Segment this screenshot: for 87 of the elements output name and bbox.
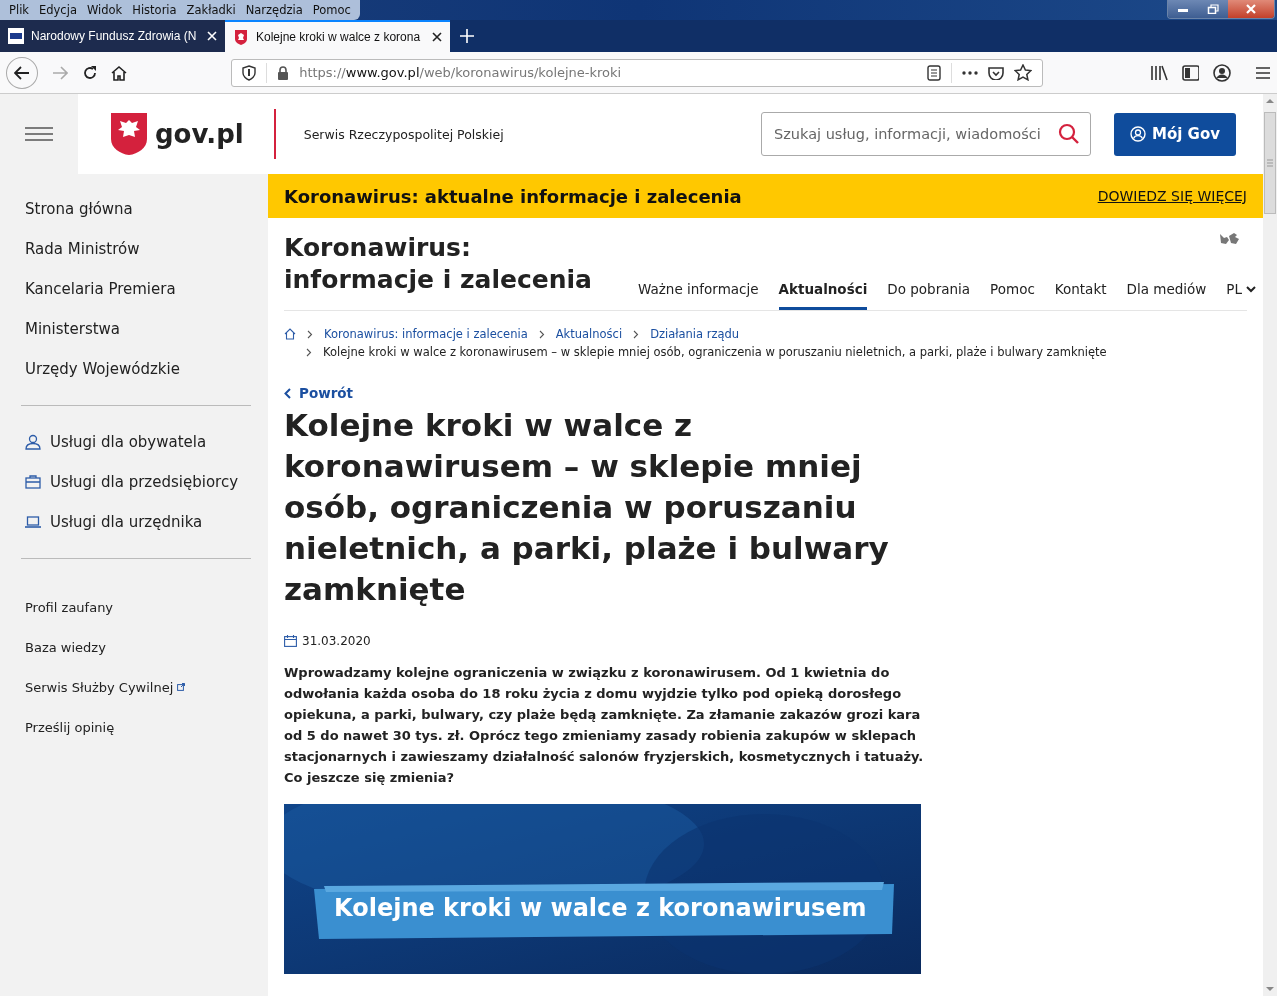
article-lead: Wprowadzamy kolejne ograniczenia w związku z koronawirusem. Od 1 kwietnia do odwołania każda osoba do 18 roku życia z domu wyjdzie tylko pod opieką dorosłego opiekuna, a parki, bulwary, czy plaże będą zamknięte. Za złamanie zakazów grozi kara od 5 do nawet 30 tys. zł. Oprócz tego zmieniamy zasady robienia zakupów w sklepach stacjonarnych i zawieszamy działalność salonów fryzjerskich, kosmetycznych i tatuaży. Co jeszcze się zmienia? [284,663,924,787]
browser-tab[interactable]: Narodowy Fundusz Zdrowia (N [0,20,225,52]
section-tab[interactable]: Ważne informacje [638,281,759,310]
account-icon[interactable] [1213,63,1232,82]
close-button[interactable] [1228,0,1274,18]
sidebar-link[interactable]: Kancelaria Premiera [21,269,252,309]
service-link[interactable]: Usługi dla urzędnika [21,502,252,542]
menu-item[interactable]: Plik [4,0,34,20]
language-selector[interactable]: PL [1226,281,1256,310]
breadcrumb-current: Kolejne kroki w walce z koronawirusem – w sklepie mniej osób, ograniczenia w poruszaniu nieletnich, a parki, plaże i bulwary zamknięte [323,345,1107,359]
breadcrumb-link[interactable]: Aktualności [555,327,623,341]
sidebar-link[interactable]: Profil zaufany [21,587,252,627]
chevron-left-icon [284,387,291,399]
section-tab[interactable]: Pomoc [990,281,1035,310]
service-link[interactable]: Usługi dla przedsiębiorcy [21,462,252,502]
library-icon[interactable] [1149,64,1168,81]
new-tab-icon[interactable] [460,29,474,43]
eagle-emblem-icon [233,29,249,45]
scroll-up-icon[interactable] [1266,98,1274,104]
eagle-emblem-icon [110,112,148,156]
restore-icon[interactable] [1207,4,1219,14]
search-field[interactable]: Szukaj usług, informacji, wiadomości [761,112,1091,156]
menu-button[interactable] [0,94,78,174]
pocket-icon[interactable] [987,65,1004,80]
sidebar-link[interactable]: Rada Ministrów [21,229,252,269]
sidebar-link[interactable]: Urzędy Wojewódzkie [21,349,252,389]
sidebar-icon[interactable] [1181,64,1200,81]
chevron-right-icon [633,329,640,339]
publication-date: 31.03.2020 [302,633,371,648]
reader-view-icon[interactable] [926,64,941,81]
close-tab-icon[interactable] [432,32,442,42]
scroll-down-icon[interactable] [1266,986,1274,992]
article-title: Kolejne kroki w walce z koronawirusem – w sklepie mniej osób, ograniczenia w poruszaniu nieletnich, a parki, plaże i bulwary zamknięte [284,405,890,609]
external-link-icon [177,683,186,691]
image-caption: Kolejne kroki w walce z koronawirusem [334,893,867,922]
bookmark-star-icon[interactable] [1013,64,1032,81]
site-logo[interactable]: gov.pl [155,119,244,149]
menu-item[interactable]: Widok [81,0,128,20]
chevron-right-icon [538,329,545,339]
service-link[interactable]: Usługi dla obywatela [21,422,252,462]
back-link[interactable]: Powrót [284,385,354,401]
search-icon[interactable] [1058,123,1080,145]
user-icon [1130,126,1146,142]
favicon-icon [8,28,24,44]
section-tab[interactable]: Kontakt [1054,281,1107,310]
site-tagline: Serwis Rzeczypospolitej Polskiej [303,126,504,142]
url-text: https://www.gov.pl/web/koronawirus/kolejne-kroki [299,65,623,80]
sidebar-link[interactable]: Baza wiedzy [21,627,252,667]
calendar-icon [284,634,297,647]
section-tab[interactable]: Aktualności [778,281,868,310]
menu-item[interactable]: Zakładki [181,0,241,20]
section-tab[interactable]: Dla mediów [1126,281,1207,310]
banner-text: Koronawirus: aktualne informacje i zalecenia [284,185,742,207]
lock-icon [277,65,290,80]
scroll-thumb[interactable] [1264,112,1276,214]
back-arrow-icon[interactable] [13,65,30,80]
banner-link[interactable]: DOWIEDZ SIĘ WIĘCEJ [1097,188,1247,204]
section-tab[interactable]: Do pobrania [887,281,971,310]
sidebar-link[interactable]: Serwis Służby Cywilnej [21,667,252,707]
laptop-icon [25,516,41,528]
scrollbar[interactable] [1263,94,1277,996]
breadcrumb-link[interactable]: Koronawirus: informacje i zalecenia [324,327,528,341]
sidebar-link[interactable]: Strona główna [21,189,252,229]
minimize-button[interactable] [1168,0,1198,18]
shield-icon [242,64,257,81]
person-icon [25,434,41,450]
close-icon[interactable] [1245,4,1257,14]
menu-item[interactable]: Pomoc [307,0,356,20]
menu-icon[interactable] [25,127,53,141]
home-icon[interactable] [111,64,128,81]
menu-item[interactable]: Narzędzia [240,0,308,20]
chevron-down-icon [1246,285,1256,293]
home-icon[interactable] [284,328,296,340]
section-title: Koronawirus: informacje i zalecenia [284,232,593,296]
sidebar-link[interactable]: Ministerstwa [21,309,252,349]
restore-button[interactable] [1198,0,1228,18]
menu-item[interactable]: Edycja [34,0,82,20]
briefcase-icon [25,475,41,489]
menu-item[interactable]: Historia [127,0,182,20]
more-icon[interactable] [961,70,978,75]
account-button[interactable]: Mój Gov [1114,112,1236,156]
browser-tab[interactable]: Kolejne kroki w walce z korona [225,20,450,52]
reload-icon[interactable] [81,64,98,81]
breadcrumb-link[interactable]: Działania rządu [650,327,740,341]
address-bar[interactable]: https://www.gov.pl/web/koronawirus/kolejne-kroki [231,58,1043,87]
sidebar-link[interactable]: Prześlij opinię [21,707,252,747]
menu-icon[interactable] [1255,65,1271,80]
